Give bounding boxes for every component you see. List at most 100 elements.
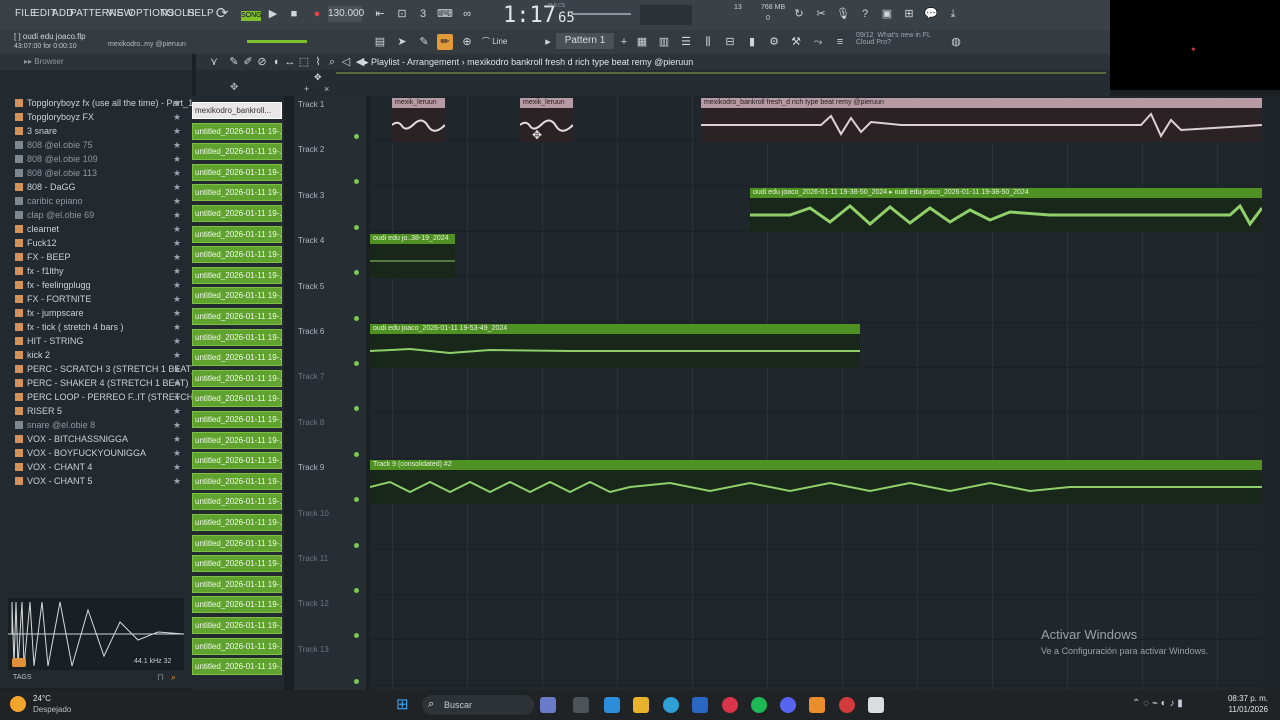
browser-item[interactable]: PERC - SHAKER 4 (STRETCH 1 BEAT) ★ [13,376,188,390]
close-icon[interactable]: × [324,84,329,94]
track-name[interactable]: Track 11 [298,554,328,563]
track-row[interactable] [370,550,1262,595]
channel-button[interactable]: untitled_2026-01-11 19-... [192,143,282,161]
move-icon[interactable]: ✥ [314,72,328,82]
browser-item[interactable]: Topgloryboyz fx (use all the time) - Par… [13,96,193,110]
favorite-star-icon[interactable]: ★ [173,334,181,348]
channel-button[interactable]: untitled_2026-01-11 19-... [192,369,282,387]
audio-clip[interactable]: oudi edu joaco_2026-01-11 19-53-49_2024 [370,324,860,368]
favorite-star-icon[interactable]: ★ [173,222,181,236]
channel-button[interactable]: untitled_2026-01-11 19-... [192,534,282,552]
track-name[interactable]: Track 12 [298,599,329,608]
vertical-scrollbar[interactable] [1262,96,1280,690]
favorite-star-icon[interactable]: ★ [173,124,181,138]
track-row[interactable] [370,368,1262,414]
browser-item[interactable]: Fuck12 ★ [13,236,188,250]
browser-item[interactable]: caribic epiano ★ [13,194,188,208]
pencil-tool-icon[interactable]: ✏ [437,34,453,50]
channel-button[interactable]: untitled_2026-01-11 19-... [192,411,282,428]
tempo-tap-icon[interactable]: ⤳ [810,34,826,50]
snap-icon[interactable]: ⇤ [372,6,388,22]
favorite-star-icon[interactable]: ★ [173,152,181,166]
piano-roll-icon[interactable]: ▥ [656,34,672,50]
line-mode-label[interactable]: ⌒ Line [482,36,507,47]
browser-item[interactable]: fx - tick ( stretch 4 bars ) ★ [13,320,188,334]
track-enable-led[interactable] [354,633,359,639]
preview-play-icon[interactable] [12,658,26,667]
track-name[interactable]: Track 9 [298,463,324,472]
browser-item[interactable]: VOX - BOYFUCKYOUNIGGA ★ [13,446,188,460]
channel-button[interactable]: untitled_2026-01-11 19-... [192,184,282,202]
favorite-star-icon[interactable]: ★ [173,446,181,460]
loop-record-icon[interactable]: ∞ [459,6,475,22]
clock-date[interactable]: 11/01/2026 [1222,705,1268,714]
track-enable-led[interactable] [354,270,359,276]
browser-item[interactable]: FX - FORTNITE ★ [13,292,188,306]
favorite-star-icon[interactable]: ★ [173,432,181,446]
opera-icon[interactable] [722,697,738,713]
channel-button[interactable]: untitled_2026-01-11 19-... [192,246,282,264]
wrench-icon[interactable]: ⚙ [766,34,782,50]
countdown-icon[interactable]: 3 [415,6,431,22]
channel-button[interactable]: untitled_2026-01-11 19-... [192,617,282,634]
add-icon[interactable]: + [304,84,309,94]
track-enable-led[interactable] [354,361,359,366]
audio-clip[interactable]: oudi edu joaco_2026-01-11 19-38-50_2024 … [750,188,1262,232]
channel-button[interactable]: untitled_2026-01-11 19-... [192,328,282,346]
channel-button[interactable]: untitled_2026-01-11 19-... [192,658,282,676]
browser-item[interactable]: fx - f1lthy ★ [13,264,188,278]
favorite-star-icon[interactable]: ★ [173,208,181,222]
discord-icon[interactable] [780,697,796,713]
copilot-icon[interactable] [604,697,620,713]
track-enable-led[interactable] [354,406,359,412]
favorite-star-icon[interactable]: ★ [173,250,181,264]
arrow-right-icon[interactable]: ➤ [394,34,410,50]
stop-icon[interactable]: ■ [286,6,302,22]
news-panel[interactable]: 09/12 What's new in FL Cloud Pro? [856,32,931,46]
overview-strip[interactable] [336,72,1106,74]
tag-search-icon[interactable]: ⌕ [171,672,176,683]
track-enable-led[interactable] [354,588,359,593]
browser-window-icon[interactable]: ⊟ [722,34,738,50]
store-icon[interactable] [692,697,708,713]
pattern-selector[interactable]: Pattern 1 [556,33,614,49]
browser-item[interactable]: PERC LOOP - PERREO F..IT (STRETCH 4 BARS… [13,390,231,404]
track-name[interactable]: Track 8 [298,418,324,427]
favorite-star-icon[interactable]: ★ [173,348,181,362]
track-name[interactable]: Track 4 [298,236,324,245]
channel-button[interactable]: untitled_2026-01-11 19-... [192,514,282,531]
audio-clip[interactable]: oudi edu jo..38-19_2024 [370,234,455,278]
track-name[interactable]: Track 1 [298,100,324,109]
play-icon[interactable]: ▶ [265,6,281,22]
channel-button[interactable]: untitled_2026-01-11 19-... [192,596,282,614]
favorite-star-icon[interactable]: ★ [173,376,181,390]
favorite-star-icon[interactable]: ★ [173,96,181,110]
favorite-star-icon[interactable]: ★ [173,138,181,152]
track-enable-led[interactable] [354,542,359,548]
browser-item[interactable]: kick 2 ★ [13,348,188,362]
audio-clip[interactable]: mexik_leruun [392,98,445,142]
playlist-options-icon[interactable]: ⋎ [206,54,222,70]
channel-button[interactable]: mexikodro_bankroll... [192,102,282,119]
favorite-star-icon[interactable]: ★ [173,404,181,418]
browser-item[interactable]: VOX - BITCHASSNIGGA ★ [13,432,188,446]
undo-icon[interactable]: ↻ [791,6,807,22]
fl-studio-icon[interactable] [809,697,825,713]
file-explorer-icon[interactable] [633,697,649,713]
stamp-icon[interactable]: ⊕ [459,34,475,50]
search-highlight-icon[interactable] [540,697,556,713]
track-enable-led[interactable] [354,134,359,139]
master-pitch-slider[interactable] [571,13,631,15]
track-enable-led[interactable] [354,179,359,185]
channel-button[interactable]: untitled_2026-01-11 19-... [192,431,282,449]
browser-item[interactable]: Topgloryboyz FX ★ [13,110,188,124]
playlist-icon[interactable]: ▦ [634,34,650,50]
favorite-star-icon[interactable]: ★ [173,194,181,208]
channel-button[interactable]: untitled_2026-01-11 19-... [192,163,282,181]
track-row[interactable] [370,414,1262,459]
favorite-star-icon[interactable]: ★ [173,418,181,432]
windows-start-icon[interactable]: ⊞ [396,696,413,713]
tempo-display[interactable]: 130.000 [328,6,364,22]
favorite-star-icon[interactable]: ★ [173,460,181,474]
channel-button[interactable]: untitled_2026-01-11 19-... [192,452,282,470]
